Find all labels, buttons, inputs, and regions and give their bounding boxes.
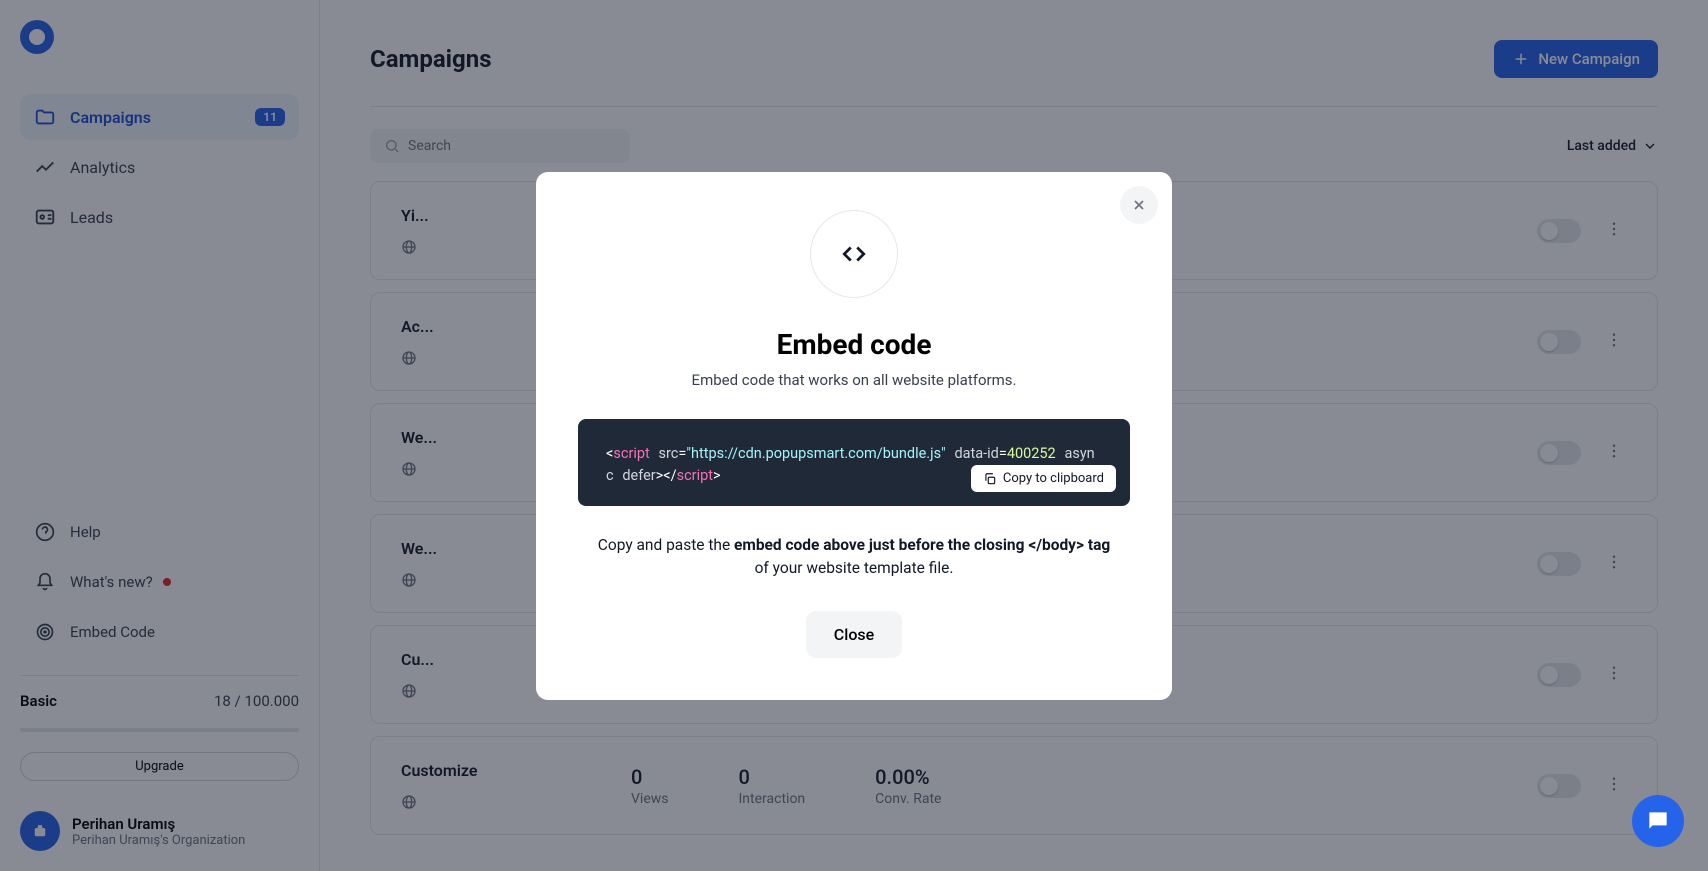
embed-code-modal: Embed code Embed code that works on all … — [536, 172, 1172, 700]
code-icon — [810, 210, 898, 298]
code-block: <script src="https://cdn.popupsmart.com/… — [578, 419, 1130, 507]
close-icon — [1131, 197, 1147, 213]
modal-title: Embed code — [578, 328, 1130, 361]
chat-icon — [1645, 808, 1671, 834]
modal-subtitle: Embed code that works on all website pla… — [578, 371, 1130, 389]
copy-icon — [983, 472, 997, 486]
modal-close-button[interactable] — [1120, 186, 1158, 224]
modal-overlay[interactable]: Embed code Embed code that works on all … — [0, 0, 1708, 871]
modal-description: Copy and paste the embed code above just… — [578, 534, 1130, 581]
close-button[interactable]: Close — [806, 611, 902, 658]
intercom-launcher[interactable] — [1632, 795, 1684, 847]
button-label: Copy to clipboard — [1003, 471, 1104, 486]
copy-to-clipboard-button[interactable]: Copy to clipboard — [971, 465, 1116, 492]
